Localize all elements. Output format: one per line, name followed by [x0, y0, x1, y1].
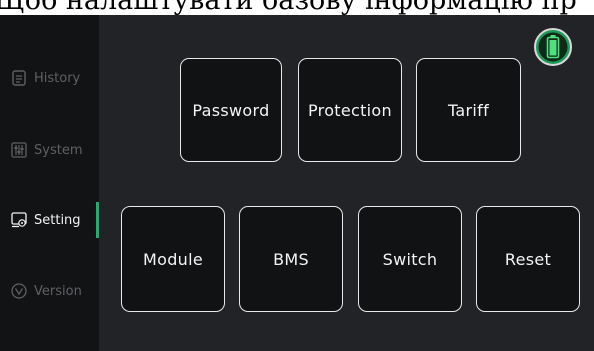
tariff-button[interactable]: Tariff — [416, 58, 521, 162]
reset-button[interactable]: Reset — [476, 206, 580, 312]
sidebar-item-label: Version — [34, 283, 82, 299]
sidebar-item-system[interactable]: System — [10, 138, 99, 162]
page-caption: Щоб налаштувати базову інформацію пр — [0, 0, 577, 16]
bms-button[interactable]: BMS — [239, 206, 343, 312]
switch-button[interactable]: Switch — [358, 206, 462, 312]
sidebar-item-setting[interactable]: Setting — [10, 208, 99, 232]
sidebar-item-history[interactable]: History — [10, 66, 99, 90]
setting-monitor-gear-icon — [10, 211, 28, 229]
sidebar-item-label: Setting — [34, 212, 81, 228]
protection-button[interactable]: Protection — [298, 58, 402, 162]
history-icon — [10, 69, 28, 87]
active-indicator — [96, 202, 99, 238]
sidebar-item-label: History — [34, 70, 81, 86]
sidebar: History System Setting Version — [0, 15, 99, 351]
battery-icon — [533, 27, 573, 67]
system-sliders-icon — [10, 141, 28, 159]
module-button[interactable]: Module — [121, 206, 225, 312]
password-button[interactable]: Password — [180, 58, 282, 162]
sidebar-item-version[interactable]: Version — [10, 279, 99, 303]
device-screen: History System Setting Version Password … — [0, 15, 594, 351]
sidebar-item-label: System — [34, 142, 83, 158]
version-chevron-circle-icon — [10, 282, 28, 300]
